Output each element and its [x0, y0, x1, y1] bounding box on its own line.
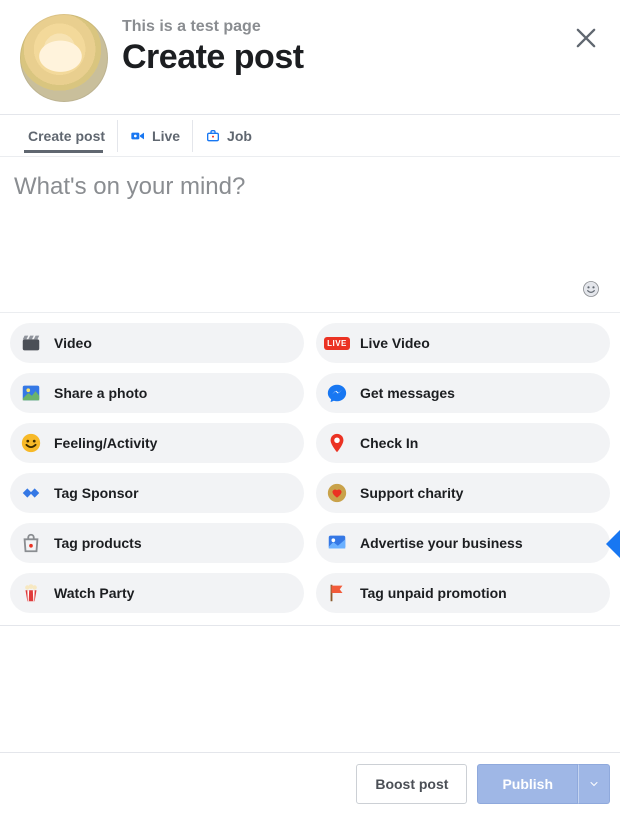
option-live-video[interactable]: LIVE Live Video: [316, 323, 610, 363]
option-tag-sponsor[interactable]: Tag Sponsor: [10, 473, 304, 513]
option-share-photo-label: Share a photo: [54, 385, 147, 401]
feeling-smiley-icon: [20, 432, 42, 454]
location-pin-icon: [326, 432, 348, 454]
page-title: Create post: [122, 38, 608, 77]
tab-live[interactable]: Live: [118, 120, 193, 152]
option-tag-products-label: Tag products: [54, 535, 142, 551]
option-watch-party-label: Watch Party: [54, 585, 134, 601]
tab-job-label: Job: [227, 128, 252, 144]
composer-tabs: Create post Live Job: [0, 114, 620, 156]
live-badge-icon: LIVE: [326, 332, 348, 354]
option-watch-party[interactable]: Watch Party: [10, 573, 304, 613]
publish-menu-button[interactable]: [578, 764, 610, 804]
briefcase-icon: [205, 128, 221, 144]
publish-button[interactable]: Publish: [477, 764, 578, 804]
option-video[interactable]: Video: [10, 323, 304, 363]
option-advertise-business[interactable]: Advertise your business: [316, 523, 610, 563]
dialog-header: This is a test page Create post: [0, 0, 620, 114]
shopping-bag-icon: [20, 532, 42, 554]
tab-job[interactable]: Job: [193, 120, 264, 152]
advertise-icon: [326, 532, 348, 554]
header-text: This is a test page Create post: [122, 14, 608, 77]
option-feeling-activity-label: Feeling/Activity: [54, 435, 157, 451]
handshake-icon: [20, 482, 42, 504]
help-bubble-arrow: [606, 530, 620, 558]
messenger-icon: [326, 382, 348, 404]
option-get-messages[interactable]: Get messages: [316, 373, 610, 413]
option-check-in-label: Check In: [360, 435, 418, 451]
option-tag-unpaid-promotion-label: Tag unpaid promotion: [360, 585, 507, 601]
publish-label: Publish: [502, 776, 553, 792]
section-divider: [0, 625, 620, 626]
post-options-grid: Video LIVE Live Video Share a photo Get …: [10, 323, 610, 613]
option-share-photo[interactable]: Share a photo: [10, 373, 304, 413]
boost-post-button[interactable]: Boost post: [356, 764, 467, 804]
option-live-video-label: Live Video: [360, 335, 430, 351]
tab-create-post-label: Create post: [28, 128, 105, 144]
clapperboard-icon: [20, 332, 42, 354]
dialog-footer: Boost post Publish: [0, 752, 620, 814]
charity-heart-icon: [326, 482, 348, 504]
option-tag-unpaid-promotion[interactable]: Tag unpaid promotion: [316, 573, 610, 613]
option-get-messages-label: Get messages: [360, 385, 455, 401]
post-options: Video LIVE Live Video Share a photo Get …: [0, 312, 620, 625]
option-video-label: Video: [54, 335, 92, 351]
flag-icon: [326, 582, 348, 604]
close-button[interactable]: [572, 24, 600, 52]
publish-button-group: Publish: [477, 764, 610, 804]
emoji-row: [12, 278, 608, 308]
post-text-input[interactable]: [12, 171, 608, 273]
composer-area: [0, 156, 620, 312]
smiley-icon: [581, 279, 601, 299]
option-advertise-business-label: Advertise your business: [360, 535, 523, 551]
emoji-picker-button[interactable]: [580, 278, 602, 300]
option-tag-products[interactable]: Tag products: [10, 523, 304, 563]
popcorn-icon: [20, 582, 42, 604]
option-feeling-activity[interactable]: Feeling/Activity: [10, 423, 304, 463]
page-avatar: [20, 14, 108, 102]
page-caption: This is a test page: [122, 18, 608, 36]
chevron-down-icon: [588, 778, 600, 790]
close-icon: [572, 24, 600, 52]
tab-live-label: Live: [152, 128, 180, 144]
photo-icon: [20, 382, 42, 404]
option-support-charity-label: Support charity: [360, 485, 463, 501]
boost-post-label: Boost post: [375, 776, 448, 792]
live-video-icon: [130, 128, 146, 144]
option-support-charity[interactable]: Support charity: [316, 473, 610, 513]
option-tag-sponsor-label: Tag Sponsor: [54, 485, 139, 501]
tab-create-post[interactable]: Create post: [10, 120, 118, 152]
option-check-in[interactable]: Check In: [316, 423, 610, 463]
